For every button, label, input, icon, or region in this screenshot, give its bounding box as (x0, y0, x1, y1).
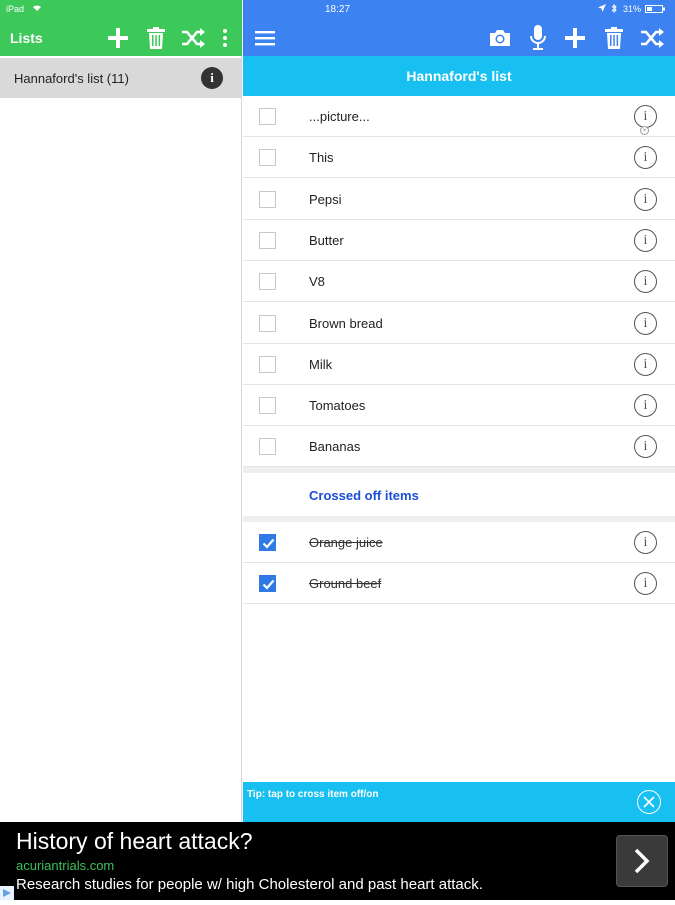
camera-icon[interactable] (487, 26, 513, 50)
plus-icon[interactable] (563, 26, 587, 50)
checkbox[interactable] (259, 232, 276, 249)
info-icon[interactable]: i (634, 105, 657, 128)
crossed-list-item[interactable]: Ground beef i (243, 563, 675, 604)
checkbox[interactable] (259, 438, 276, 455)
lists-pane (0, 0, 242, 822)
info-icon[interactable]: i (634, 353, 657, 376)
checkbox[interactable] (259, 149, 276, 166)
ad-headline: History of heart attack? (16, 828, 253, 854)
item-label: Orange juice (309, 535, 383, 550)
shuffle-icon[interactable] (639, 26, 665, 50)
checkbox[interactable] (259, 315, 276, 332)
item-label: Butter (309, 233, 344, 248)
trash-icon[interactable] (603, 26, 625, 50)
ad-url: acuriantrials.com (16, 858, 115, 873)
list-title: Hannaford's list (406, 68, 512, 84)
more-vertical-icon[interactable] (220, 26, 230, 50)
info-icon[interactable]: i (634, 312, 657, 335)
checkbox[interactable] (259, 356, 276, 373)
plus-icon[interactable] (106, 26, 130, 50)
checkbox[interactable] (259, 108, 276, 125)
info-icon[interactable]: i (634, 146, 657, 169)
info-icon[interactable]: i (634, 394, 657, 417)
trash-icon[interactable] (145, 26, 167, 50)
item-label: Pepsi (309, 192, 342, 207)
checkbox[interactable] (259, 397, 276, 414)
list-item-label: Hannaford's list (11) (14, 71, 129, 86)
status-time: 18:27 (324, 4, 351, 15)
tip-bar: Tip: tap to cross item off/on (243, 782, 675, 822)
crossed-off-header: Crossed off items (243, 473, 675, 516)
info-icon[interactable]: i (634, 435, 657, 458)
ad-body: Research studies for people w/ high Chol… (16, 876, 483, 893)
item-label: V8 (309, 274, 325, 289)
crossed-list-item[interactable]: Orange juice i (243, 522, 675, 563)
tip-text: Tip: tap to cross item off/on (247, 789, 379, 800)
ad-banner[interactable]: History of heart attack? acuriantrials.c… (0, 822, 675, 900)
info-icon[interactable]: i (201, 67, 223, 89)
info-icon[interactable]: i (634, 572, 657, 595)
list-item[interactable]: V8 i (243, 261, 675, 302)
list-item[interactable]: ...picture... i × (243, 96, 675, 137)
info-icon[interactable]: i (634, 188, 657, 211)
menu-icon[interactable] (253, 27, 277, 49)
close-icon[interactable] (637, 790, 661, 814)
list-header: Hannaford's list (243, 56, 675, 96)
list-item[interactable]: Tomatoes i (243, 385, 675, 426)
list-item[interactable]: Butter i (243, 220, 675, 261)
info-icon[interactable]: i (634, 229, 657, 252)
list-item[interactable]: Bananas i (243, 426, 675, 467)
crossed-off-label: Crossed off items (309, 488, 419, 503)
item-label: ...picture... (309, 109, 370, 124)
item-label: Bananas (309, 439, 361, 454)
info-icon[interactable]: i (634, 531, 657, 554)
chevron-right-icon[interactable] (616, 835, 668, 887)
info-icon[interactable]: i (634, 270, 657, 293)
photo-badge-icon: × (640, 126, 649, 135)
checkbox[interactable] (259, 273, 276, 290)
microphone-icon[interactable] (528, 24, 548, 52)
list-item[interactable]: This i (243, 137, 675, 178)
lists-title: Lists (10, 30, 43, 46)
list-item[interactable]: Pepsi i (243, 179, 675, 220)
ad-choices-icon[interactable] (0, 886, 14, 900)
item-label: Brown bread (309, 316, 383, 331)
shuffle-icon[interactable] (180, 26, 206, 50)
checkbox[interactable] (259, 191, 276, 208)
item-label: Milk (309, 357, 333, 372)
list-item[interactable]: Milk i (243, 344, 675, 385)
list-item[interactable]: Brown bread i (243, 303, 675, 344)
checkbox-checked[interactable] (259, 575, 276, 592)
item-label: This (309, 150, 334, 165)
item-label: Ground beef (309, 576, 382, 591)
checkbox-checked[interactable] (259, 534, 276, 551)
item-label: Tomatoes (309, 398, 366, 413)
